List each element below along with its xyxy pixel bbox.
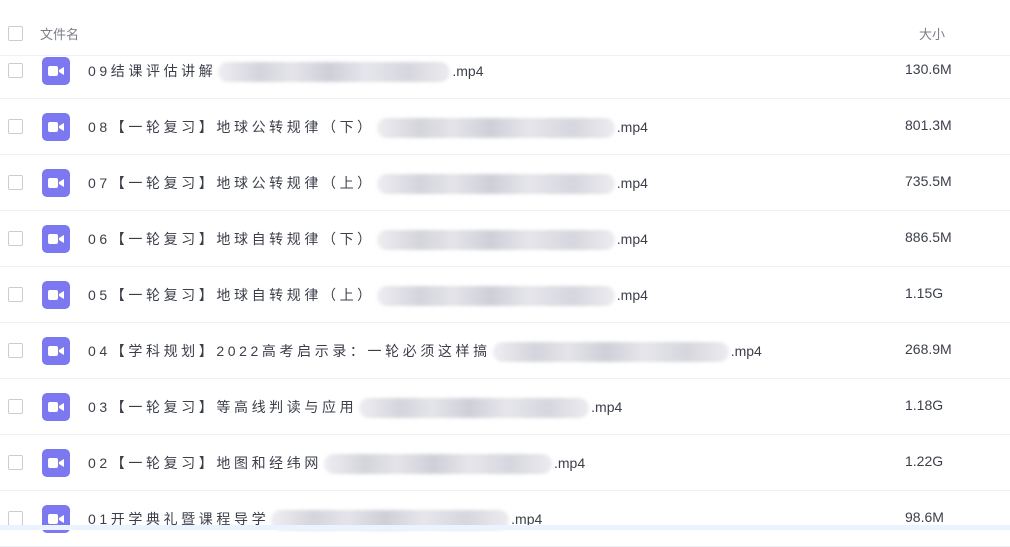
file-size: 98.6M <box>905 509 944 525</box>
row-checkbox[interactable] <box>8 63 23 78</box>
file-size: 1.18G <box>905 397 944 413</box>
file-name[interactable]: 05【一轮复习】地球自转规律（上） .mp4 <box>88 285 648 307</box>
file-name[interactable]: 02【一轮复习】地图和经纬网 .mp4 <box>88 453 586 475</box>
file-name[interactable]: 04【学科规划】2022高考启示录：一轮必须这样搞 .mp4 <box>88 341 762 363</box>
file-name-text: 09结课评估讲解 <box>88 63 217 79</box>
file-name-text: 05【一轮复习】地球自转规律（上） <box>88 287 375 303</box>
file-row[interactable]: 04【学科规划】2022高考启示录：一轮必须这样搞 .mp4 268.9M <box>0 323 1010 379</box>
file-row[interactable]: 01开学典礼暨课程导学 .mp4 98.6M <box>0 491 1010 547</box>
video-file-icon <box>42 113 70 141</box>
redacted-text <box>376 286 615 307</box>
file-row[interactable]: 03【一轮复习】等高线判读与应用 .mp4 1.18G <box>0 379 1010 435</box>
file-name-text: 06【一轮复习】地球自转规律（下） <box>88 231 375 247</box>
redacted-text <box>218 62 451 83</box>
video-file-icon <box>42 449 70 477</box>
redacted-text <box>359 398 590 419</box>
row-checkbox[interactable] <box>8 231 23 246</box>
file-size: 801.3M <box>905 117 952 133</box>
file-row[interactable]: 08【一轮复习】地球公转规律（下） .mp4 801.3M <box>0 99 1010 155</box>
redacted-text <box>492 342 729 363</box>
file-name[interactable]: 07【一轮复习】地球公转规律（上） .mp4 <box>88 173 648 195</box>
file-row[interactable]: 06【一轮复习】地球自转规律（下） .mp4 886.5M <box>0 211 1010 267</box>
redacted-text <box>376 230 615 251</box>
column-header-size[interactable]: 大小 <box>919 24 945 43</box>
select-all-checkbox[interactable] <box>8 26 23 41</box>
file-name-text: 04【学科规划】2022高考启示录：一轮必须这样搞 <box>88 343 491 359</box>
redacted-text <box>376 118 615 139</box>
video-file-icon <box>42 281 70 309</box>
file-name[interactable]: 03【一轮复习】等高线判读与应用 .mp4 <box>88 397 623 419</box>
file-extension: .mp4 <box>616 119 648 135</box>
file-name[interactable]: 09结课评估讲解 .mp4 <box>88 61 484 83</box>
file-extension: .mp4 <box>616 231 648 247</box>
row-checkbox[interactable] <box>8 343 23 358</box>
file-extension: .mp4 <box>553 455 586 471</box>
file-name-text: 08【一轮复习】地球公转规律（下） <box>88 119 375 135</box>
row-checkbox[interactable] <box>8 175 23 190</box>
row-checkbox[interactable] <box>8 119 23 134</box>
file-extension: .mp4 <box>730 343 762 359</box>
file-extension: .mp4 <box>591 399 623 415</box>
file-name-text: 02【一轮复习】地图和经纬网 <box>88 455 322 471</box>
file-row[interactable]: 09结课评估讲解 .mp4 130.6M <box>0 43 1010 99</box>
file-name-text: 03【一轮复习】等高线判读与应用 <box>88 399 358 415</box>
video-file-icon <box>42 337 70 365</box>
video-file-icon <box>42 225 70 253</box>
video-file-icon <box>42 393 70 421</box>
file-size: 268.9M <box>905 341 952 357</box>
redacted-text <box>323 454 552 475</box>
column-header-name[interactable]: 文件名 <box>40 24 79 43</box>
file-size: 130.6M <box>905 61 952 77</box>
row-checkbox[interactable] <box>8 455 23 470</box>
file-size: 1.22G <box>905 453 944 469</box>
row-checkbox[interactable] <box>8 287 23 302</box>
redacted-text <box>376 174 615 195</box>
file-name[interactable]: 08【一轮复习】地球公转规律（下） .mp4 <box>88 117 648 139</box>
row-checkbox[interactable] <box>8 511 23 526</box>
video-file-icon <box>42 169 70 197</box>
file-name-text: 07【一轮复习】地球公转规律（上） <box>88 175 375 191</box>
file-size: 1.15G <box>905 285 944 301</box>
file-name[interactable]: 06【一轮复习】地球自转规律（下） .mp4 <box>88 229 648 251</box>
row-checkbox[interactable] <box>8 399 23 414</box>
bottom-scroll-edge <box>0 525 1010 530</box>
file-row[interactable]: 07【一轮复习】地球公转规律（上） .mp4 735.5M <box>0 155 1010 211</box>
file-extension: .mp4 <box>616 287 648 303</box>
file-size: 735.5M <box>905 173 952 189</box>
video-file-icon <box>42 57 70 85</box>
file-row[interactable]: 02【一轮复习】地图和经纬网 .mp4 1.22G <box>0 435 1010 491</box>
file-size: 886.5M <box>905 229 952 245</box>
file-extension: .mp4 <box>616 175 648 191</box>
file-extension: .mp4 <box>452 63 484 79</box>
file-row[interactable]: 05【一轮复习】地球自转规律（上） .mp4 1.15G <box>0 267 1010 323</box>
